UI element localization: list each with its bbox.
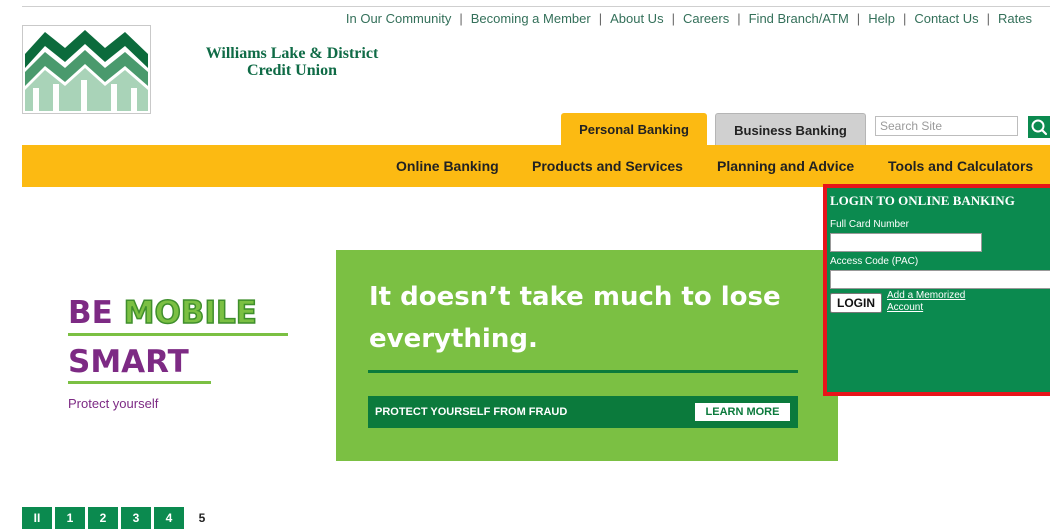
fraud-callout-text: PROTECT YOURSELF FROM FRAUD bbox=[375, 406, 568, 418]
brand-name-line1: Williams Lake & District bbox=[205, 45, 379, 62]
link-line-2: Account bbox=[887, 302, 924, 313]
login-button[interactable]: LOGIN bbox=[830, 293, 882, 313]
login-title: LOGIN TO ONLINE BANKING bbox=[830, 193, 1015, 208]
nav-products-services[interactable]: Products and Services bbox=[532, 145, 683, 187]
util-link-about[interactable]: About Us bbox=[610, 11, 663, 26]
mobile-word: MOBILE bbox=[123, 294, 258, 332]
nav-planning-advice[interactable]: Planning and Advice bbox=[717, 145, 854, 187]
util-link-careers[interactable]: Careers bbox=[683, 11, 729, 26]
util-link-rates[interactable]: Rates bbox=[998, 11, 1032, 26]
heading-underline bbox=[68, 381, 211, 384]
nav-online-banking[interactable]: Online Banking bbox=[396, 145, 499, 187]
slide-button-2[interactable]: 2 bbox=[88, 507, 118, 529]
tab-business-banking[interactable]: Business Banking bbox=[715, 113, 866, 146]
search-input[interactable] bbox=[875, 116, 1018, 136]
login-panel: LOGIN TO ONLINE BANKING Full Card Number… bbox=[823, 184, 1050, 396]
brand-name-line2: Credit Union bbox=[247, 62, 337, 79]
hero-banner[interactable]: It doesn’t take much to lose everything.… bbox=[336, 250, 838, 461]
top-divider bbox=[22, 6, 1050, 7]
search-icon bbox=[1031, 119, 1048, 136]
link-line-1: Add a Memorized bbox=[887, 290, 966, 301]
search-button[interactable] bbox=[1028, 116, 1050, 138]
carousel-controls: II 1 2 3 4 5 bbox=[22, 507, 217, 529]
be-word: BE bbox=[68, 295, 113, 331]
pause-button[interactable]: II bbox=[22, 507, 52, 529]
separator: | bbox=[671, 11, 675, 26]
card-number-label: Full Card Number bbox=[830, 219, 909, 230]
separator: | bbox=[459, 11, 463, 26]
banner-headline: It doesn’t take much to lose everything. bbox=[369, 282, 781, 354]
fraud-callout-bar: PROTECT YOURSELF FROM FRAUD LEARN MORE bbox=[368, 396, 798, 428]
utility-nav: In Our Community | Becoming a Member | About… bbox=[346, 11, 1032, 26]
be-mobile-heading: BE MOBILE bbox=[68, 294, 258, 332]
banner-divider bbox=[368, 370, 798, 373]
pac-label: Access Code (PAC) bbox=[830, 256, 919, 267]
separator: | bbox=[902, 11, 907, 26]
mountain-logo-icon bbox=[25, 30, 148, 111]
slide-button-3[interactable]: 3 bbox=[121, 507, 151, 529]
separator: | bbox=[856, 11, 861, 26]
util-link-community[interactable]: In Our Community bbox=[346, 11, 451, 26]
add-memorized-account-link[interactable]: Add a Memorized Account bbox=[887, 290, 965, 314]
heading-underline bbox=[68, 333, 288, 336]
util-link-help[interactable]: Help bbox=[868, 11, 895, 26]
logo[interactable] bbox=[22, 25, 151, 114]
tab-personal-banking[interactable]: Personal Banking bbox=[561, 113, 707, 146]
slide-button-5[interactable]: 5 bbox=[187, 507, 217, 529]
card-number-input[interactable] bbox=[830, 233, 982, 252]
protect-yourself-subtitle: Protect yourself bbox=[68, 396, 159, 411]
util-link-find-branch[interactable]: Find Branch/ATM bbox=[749, 11, 849, 26]
pac-input[interactable] bbox=[830, 270, 1050, 289]
nav-tools-calculators[interactable]: Tools and Calculators bbox=[888, 145, 1033, 187]
slide-button-1[interactable]: 1 bbox=[55, 507, 85, 529]
util-link-membership[interactable]: Becoming a Member bbox=[471, 11, 591, 26]
util-link-contact[interactable]: Contact Us bbox=[914, 11, 978, 26]
separator: | bbox=[737, 11, 741, 26]
smart-word: SMART bbox=[68, 344, 189, 380]
learn-more-button[interactable]: LEARN MORE bbox=[695, 403, 790, 421]
slide-button-4[interactable]: 4 bbox=[154, 507, 184, 529]
separator: | bbox=[598, 11, 603, 26]
brand-name: Williams Lake & District Credit Union bbox=[174, 45, 410, 79]
main-nav: Online Banking Products and Services Pla… bbox=[22, 145, 1050, 187]
separator: | bbox=[986, 11, 991, 26]
